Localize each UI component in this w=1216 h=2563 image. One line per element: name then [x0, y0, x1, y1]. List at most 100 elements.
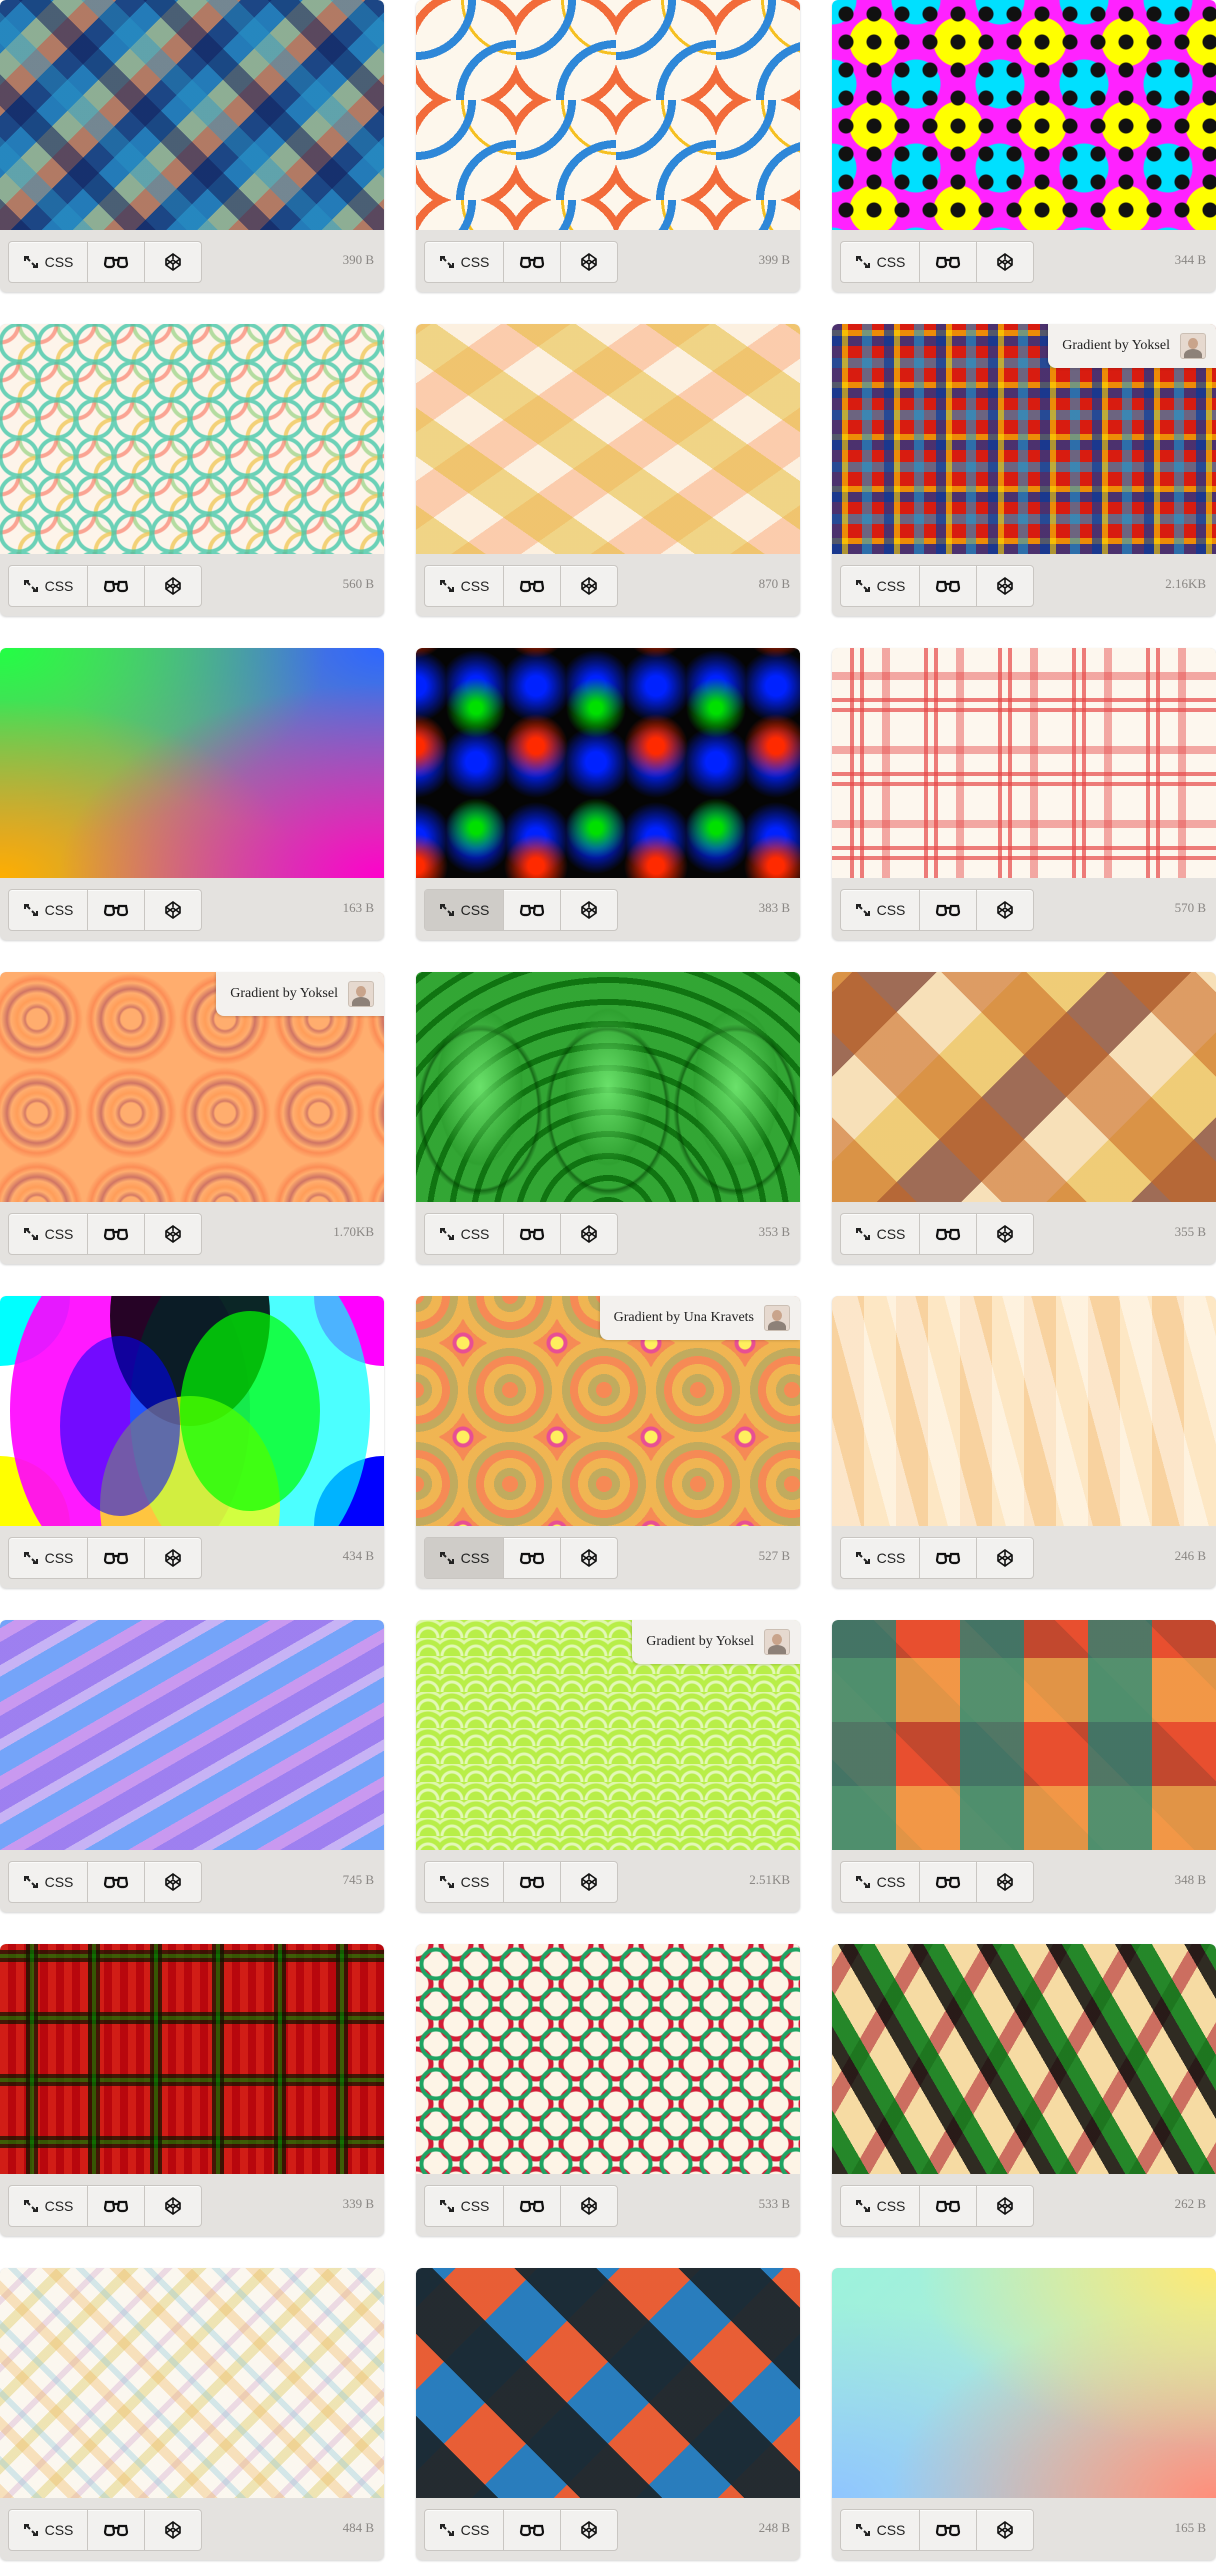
- gradient-preview[interactable]: [832, 1944, 1216, 2174]
- view-button[interactable]: [88, 1538, 145, 1578]
- view-button[interactable]: [504, 566, 561, 606]
- view-button[interactable]: [920, 1862, 977, 1902]
- view-button[interactable]: [504, 1538, 561, 1578]
- gradient-preview[interactable]: [416, 324, 800, 554]
- view-button[interactable]: [88, 1214, 145, 1254]
- css-button[interactable]: CSS: [841, 1538, 920, 1578]
- codepen-button[interactable]: [977, 1862, 1033, 1902]
- css-button[interactable]: CSS: [9, 1538, 88, 1578]
- codepen-button[interactable]: [561, 1214, 617, 1254]
- gradient-preview[interactable]: [0, 1296, 384, 1526]
- gradient-preview[interactable]: [832, 0, 1216, 230]
- view-button[interactable]: [504, 1214, 561, 1254]
- css-button[interactable]: CSS: [841, 566, 920, 606]
- css-button[interactable]: CSS: [425, 1538, 504, 1578]
- codepen-button[interactable]: [561, 1538, 617, 1578]
- css-button[interactable]: CSS: [9, 2186, 88, 2226]
- css-button[interactable]: CSS: [9, 566, 88, 606]
- codepen-button[interactable]: [977, 1214, 1033, 1254]
- css-button[interactable]: CSS: [425, 1214, 504, 1254]
- css-button[interactable]: CSS: [425, 2510, 504, 2550]
- gradient-preview[interactable]: [416, 2268, 800, 2498]
- codepen-button[interactable]: [561, 890, 617, 930]
- codepen-icon: [580, 2197, 598, 2215]
- view-button[interactable]: [88, 2186, 145, 2226]
- gradient-preview[interactable]: [832, 1620, 1216, 1850]
- view-button[interactable]: [88, 242, 145, 282]
- author-credit[interactable]: Gradient by Yoksel: [1048, 324, 1216, 368]
- codepen-button[interactable]: [977, 566, 1033, 606]
- codepen-button[interactable]: [561, 2186, 617, 2226]
- codepen-button[interactable]: [145, 242, 201, 282]
- gradient-preview[interactable]: [416, 972, 800, 1202]
- gradient-preview[interactable]: [832, 972, 1216, 1202]
- gradient-preview[interactable]: [416, 648, 800, 878]
- css-button[interactable]: CSS: [425, 242, 504, 282]
- css-button[interactable]: CSS: [425, 890, 504, 930]
- codepen-button[interactable]: [977, 1538, 1033, 1578]
- gradient-preview[interactable]: [0, 2268, 384, 2498]
- gradient-preview[interactable]: [832, 2268, 1216, 2498]
- card-toolbar: CSS 484 B: [0, 2498, 384, 2560]
- css-button[interactable]: CSS: [841, 1862, 920, 1902]
- view-button[interactable]: [504, 890, 561, 930]
- view-button[interactable]: [920, 1538, 977, 1578]
- codepen-button[interactable]: [145, 2186, 201, 2226]
- view-button[interactable]: [920, 566, 977, 606]
- codepen-button[interactable]: [145, 1862, 201, 1902]
- css-button[interactable]: CSS: [425, 2186, 504, 2226]
- codepen-button[interactable]: [977, 890, 1033, 930]
- view-button[interactable]: [504, 2186, 561, 2226]
- view-button[interactable]: [504, 242, 561, 282]
- codepen-button[interactable]: [561, 566, 617, 606]
- view-button[interactable]: [504, 2510, 561, 2550]
- gradient-preview[interactable]: [832, 648, 1216, 878]
- view-button[interactable]: [88, 1862, 145, 1902]
- gradient-preview[interactable]: [0, 0, 384, 230]
- css-button[interactable]: CSS: [841, 242, 920, 282]
- codepen-button[interactable]: [145, 1538, 201, 1578]
- css-button[interactable]: CSS: [841, 2510, 920, 2550]
- gradient-preview[interactable]: [416, 0, 800, 230]
- gradient-preview[interactable]: [0, 1944, 384, 2174]
- css-button[interactable]: CSS: [9, 890, 88, 930]
- codepen-button[interactable]: [977, 242, 1033, 282]
- view-button[interactable]: [920, 242, 977, 282]
- codepen-button[interactable]: [145, 890, 201, 930]
- gradient-preview[interactable]: [0, 648, 384, 878]
- css-button[interactable]: CSS: [9, 1862, 88, 1902]
- css-button[interactable]: CSS: [9, 2510, 88, 2550]
- css-button[interactable]: CSS: [425, 1862, 504, 1902]
- codepen-button[interactable]: [145, 1214, 201, 1254]
- css-button[interactable]: CSS: [9, 242, 88, 282]
- codepen-button[interactable]: [145, 566, 201, 606]
- author-credit[interactable]: Gradient by Yoksel: [216, 972, 384, 1016]
- author-credit[interactable]: Gradient by Yoksel: [632, 1620, 800, 1664]
- codepen-button[interactable]: [561, 2510, 617, 2550]
- button-group: CSS: [840, 1213, 1034, 1255]
- view-button[interactable]: [920, 2510, 977, 2550]
- gradient-preview[interactable]: [0, 324, 384, 554]
- view-button[interactable]: [920, 1214, 977, 1254]
- codepen-button[interactable]: [561, 242, 617, 282]
- view-button[interactable]: [920, 2186, 977, 2226]
- codepen-button[interactable]: [977, 2186, 1033, 2226]
- view-button[interactable]: [88, 2510, 145, 2550]
- gradient-preview[interactable]: [416, 1944, 800, 2174]
- gradient-preview[interactable]: [0, 1620, 384, 1850]
- css-button[interactable]: CSS: [841, 2186, 920, 2226]
- codepen-button[interactable]: [145, 2510, 201, 2550]
- gradient-preview[interactable]: [832, 1296, 1216, 1526]
- view-button[interactable]: [920, 890, 977, 930]
- codepen-icon: [996, 1549, 1014, 1567]
- codepen-button[interactable]: [561, 1862, 617, 1902]
- author-credit[interactable]: Gradient by Una Kravets: [599, 1296, 800, 1340]
- view-button[interactable]: [88, 566, 145, 606]
- view-button[interactable]: [88, 890, 145, 930]
- codepen-button[interactable]: [977, 2510, 1033, 2550]
- view-button[interactable]: [504, 1862, 561, 1902]
- css-button[interactable]: CSS: [841, 890, 920, 930]
- css-button[interactable]: CSS: [9, 1214, 88, 1254]
- css-button[interactable]: CSS: [841, 1214, 920, 1254]
- css-button[interactable]: CSS: [425, 566, 504, 606]
